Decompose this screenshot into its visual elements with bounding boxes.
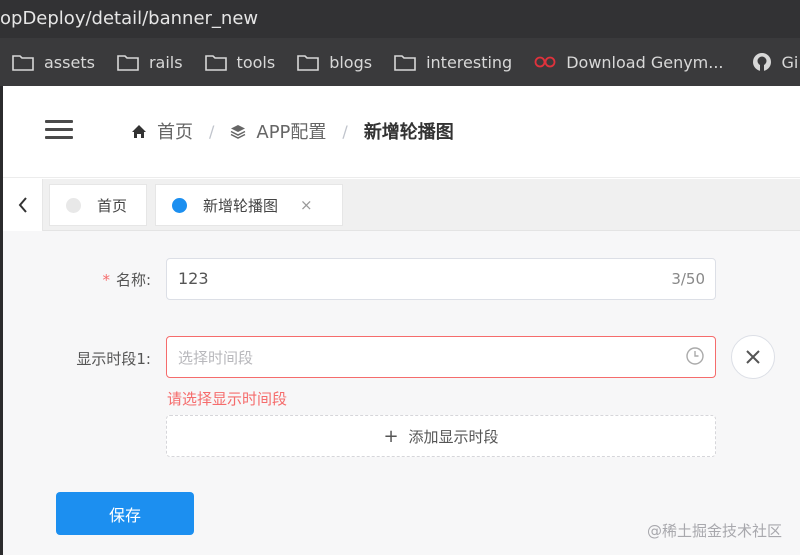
tabs-scroll-left-button[interactable]	[3, 179, 43, 231]
app-header: 首页 / APP配置 / 新增轮播图	[3, 86, 800, 178]
period-error-message: 请选择显示时间段	[167, 390, 288, 408]
bookmark-rails[interactable]: rails	[117, 53, 183, 72]
bookmark-blogs[interactable]: blogs	[297, 53, 372, 72]
bookmark-assets[interactable]: assets	[12, 53, 95, 72]
name-value: 123	[178, 269, 209, 288]
tab-status-dot	[172, 197, 187, 213]
breadcrumb-app-config[interactable]: APP配置	[256, 118, 326, 144]
close-icon	[746, 350, 760, 364]
breadcrumb-separator: /	[342, 121, 348, 141]
tab-new-banner[interactable]: 新增轮播图 ×	[155, 184, 343, 226]
period-placeholder: 选择时间段	[178, 349, 254, 367]
bookmark-interesting[interactable]: interesting	[394, 53, 512, 72]
app-window: 首页 / APP配置 / 新增轮播图 首页 新增轮播图 × *名称: 123	[0, 86, 800, 555]
name-char-count: 3/50	[671, 270, 705, 288]
breadcrumb-separator: /	[209, 121, 215, 141]
layers-icon	[230, 124, 246, 139]
tab-home[interactable]: 首页	[49, 184, 147, 226]
genymotion-icon	[534, 56, 556, 68]
period-label: 显示时段1:	[76, 350, 151, 368]
folder-icon	[394, 54, 416, 71]
plus-icon: +	[383, 425, 399, 447]
bookmark-label: tools	[236, 52, 276, 72]
breadcrumb: 首页 / APP配置 / 新增轮播图	[131, 118, 454, 144]
menu-toggle-icon[interactable]	[45, 120, 73, 140]
add-period-button[interactable]: + 添加显示时段	[166, 415, 716, 457]
bookmark-genymotion[interactable]: Download Genym...	[534, 52, 724, 72]
period-picker[interactable]: 选择时间段	[166, 336, 716, 378]
chevron-left-icon	[18, 197, 27, 213]
folder-icon	[12, 54, 34, 71]
tab-label: 新增轮播图	[203, 196, 279, 215]
bookmark-tools[interactable]: tools	[204, 52, 276, 72]
bookmark-label: interesting	[426, 52, 513, 72]
folder-icon	[117, 54, 139, 71]
tab-status-dot	[66, 197, 81, 213]
required-mark: *	[102, 271, 110, 289]
name-label: * 名称:	[102, 271, 151, 289]
bookmark-label: rails	[148, 52, 183, 72]
save-button[interactable]: 保存	[56, 492, 194, 535]
github-icon	[752, 53, 771, 71]
watermark: @稀土掘金技术社区	[646, 522, 782, 540]
bookmark-github[interactable]: Gi	[752, 52, 799, 72]
clock-icon	[685, 346, 705, 370]
bookmark-label: blogs	[329, 52, 373, 72]
bookmark-label: Gi	[781, 52, 799, 72]
bookmarks-bar: assets rails tools blogs interesting Dow…	[0, 38, 800, 86]
tabs-bar: 首页 新增轮播图 ×	[3, 179, 800, 231]
address-bar[interactable]: opDeploy/detail/banner_new	[0, 0, 800, 38]
name-input[interactable]: 123 3/50	[166, 258, 716, 300]
bookmark-label: assets	[44, 52, 95, 72]
close-icon[interactable]: ×	[300, 196, 313, 214]
folder-icon	[297, 54, 319, 71]
home-icon	[131, 124, 147, 139]
bookmark-label: Download Genym...	[566, 52, 724, 72]
remove-period-button[interactable]	[731, 335, 775, 379]
add-period-label: 添加显示时段	[408, 427, 499, 446]
breadcrumb-home[interactable]: 首页	[157, 118, 193, 144]
form-area: * 名称: 123 3/50 显示时段1: 选择时间段 请选择显示时间段 + 添加…	[3, 231, 800, 555]
tab-label: 首页	[97, 196, 128, 215]
url-text: opDeploy/detail/banner_new	[0, 8, 259, 29]
folder-icon	[204, 54, 227, 71]
breadcrumb-current: 新增轮播图	[363, 122, 454, 143]
